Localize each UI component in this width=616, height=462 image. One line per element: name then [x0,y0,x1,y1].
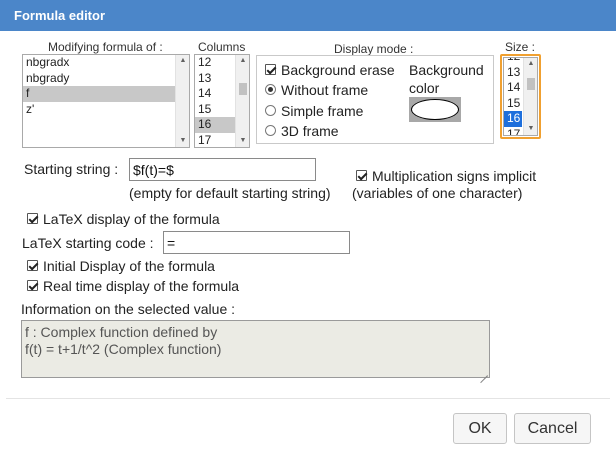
modifying-formula-label: Modifying formula of : [48,40,163,54]
scroll-up-icon[interactable]: ▲ [236,55,249,67]
radio-icon[interactable] [265,105,276,117]
scroll-up-icon[interactable]: ▲ [176,55,189,67]
scroll-down-icon[interactable]: ▼ [176,135,189,147]
scroll-down-icon[interactable]: ▼ [524,123,537,135]
cancel-button[interactable]: Cancel [514,413,591,444]
checkbox-checked-icon[interactable] [27,213,38,225]
size-list-scrollbar[interactable]: ▲ ▼ [523,58,537,135]
list-item[interactable]: nbgradx [23,55,189,71]
dialog-title: Formula editor [14,8,106,23]
scroll-down-icon[interactable]: ▼ [236,135,249,147]
information-line: f : Complex function defined by [25,324,218,340]
color-oval-icon [411,99,459,120]
realtime-display-checkbox[interactable]: Real time display of the formula [27,276,239,296]
columns-list[interactable]: 12 13 14 15 16 17 ▲ ▼ [194,54,250,148]
simple-frame-radio[interactable]: Simple frame [265,101,363,121]
3d-frame-radio[interactable]: 3D frame [265,121,339,141]
latex-code-input[interactable] [163,231,350,254]
realtime-display-label: Real time display of the formula [43,278,240,294]
radio-icon[interactable] [265,125,276,137]
background-color-swatch[interactable] [409,97,461,122]
starting-string-label: Starting string : [24,161,119,177]
checkbox-checked-icon[interactable] [27,260,38,272]
scroll-up-icon[interactable]: ▲ [524,58,537,70]
list-item[interactable]: z' [23,102,189,118]
without-frame-radio[interactable]: Without frame [265,80,368,100]
size-label: Size : [505,40,536,54]
background-color-label-line1: Background [409,62,484,78]
checkbox-checked-icon[interactable] [27,280,38,292]
scroll-thumb[interactable] [527,78,535,90]
without-frame-label: Without frame [281,82,369,98]
background-erase-checkbox[interactable]: Background erase [265,60,395,80]
resize-handle-icon[interactable] [480,368,488,376]
latex-display-label: LaTeX display of the formula [43,211,220,227]
columns-list-scrollbar[interactable]: ▲ ▼ [235,55,249,147]
list-item[interactable]: nbgrady [23,71,189,87]
list-item-selected[interactable]: 16 [195,117,236,133]
formula-list[interactable]: nbgradx nbgrady f z' ▲ ▼ [22,54,190,148]
information-textarea[interactable]: f : Complex function defined by f(t) = t+… [21,320,490,378]
columns-label: Columns [198,40,246,54]
initial-display-checkbox[interactable]: Initial Display of the formula [27,256,215,276]
latex-display-checkbox[interactable]: LaTeX display of the formula [27,209,220,229]
ok-button[interactable]: OK [453,413,507,444]
checkbox-checked-icon[interactable] [265,64,276,76]
initial-display-label: Initial Display of the formula [43,258,215,274]
simple-frame-label: Simple frame [281,103,364,119]
multiplication-implicit-checkbox[interactable]: Multiplication signs implicit [356,166,536,186]
starting-string-hint: (empty for default starting string) [129,185,331,201]
list-item-selected[interactable]: 16 [504,111,522,127]
latex-code-label: LaTeX starting code : [22,235,154,251]
information-line: f(t) = t+1/t^2 (Complex function) [25,341,222,357]
checkbox-checked-icon[interactable] [356,170,367,182]
size-list[interactable]: 12 13 14 15 16 17 ▲ ▼ [503,57,538,136]
background-color-label-line2: color [409,80,440,96]
scroll-thumb[interactable] [239,83,247,95]
formula-list-scrollbar[interactable]: ▲ ▼ [175,55,189,147]
radio-selected-icon[interactable] [265,84,276,96]
information-label: Information on the selected value : [21,301,236,317]
multiplication-hint: (variables of one character) [352,185,523,201]
background-color-label: Background color [409,61,484,97]
background-erase-label: Background erase [281,62,395,78]
dialog-titlebar[interactable]: Formula editor [0,0,616,31]
footer-divider [6,398,610,399]
list-item-selected[interactable]: f [23,86,176,102]
multiplication-implicit-label: Multiplication signs implicit [372,168,537,184]
3d-frame-label: 3D frame [281,123,339,139]
starting-string-input[interactable] [129,158,316,181]
display-mode-label: Display mode : [334,42,414,56]
